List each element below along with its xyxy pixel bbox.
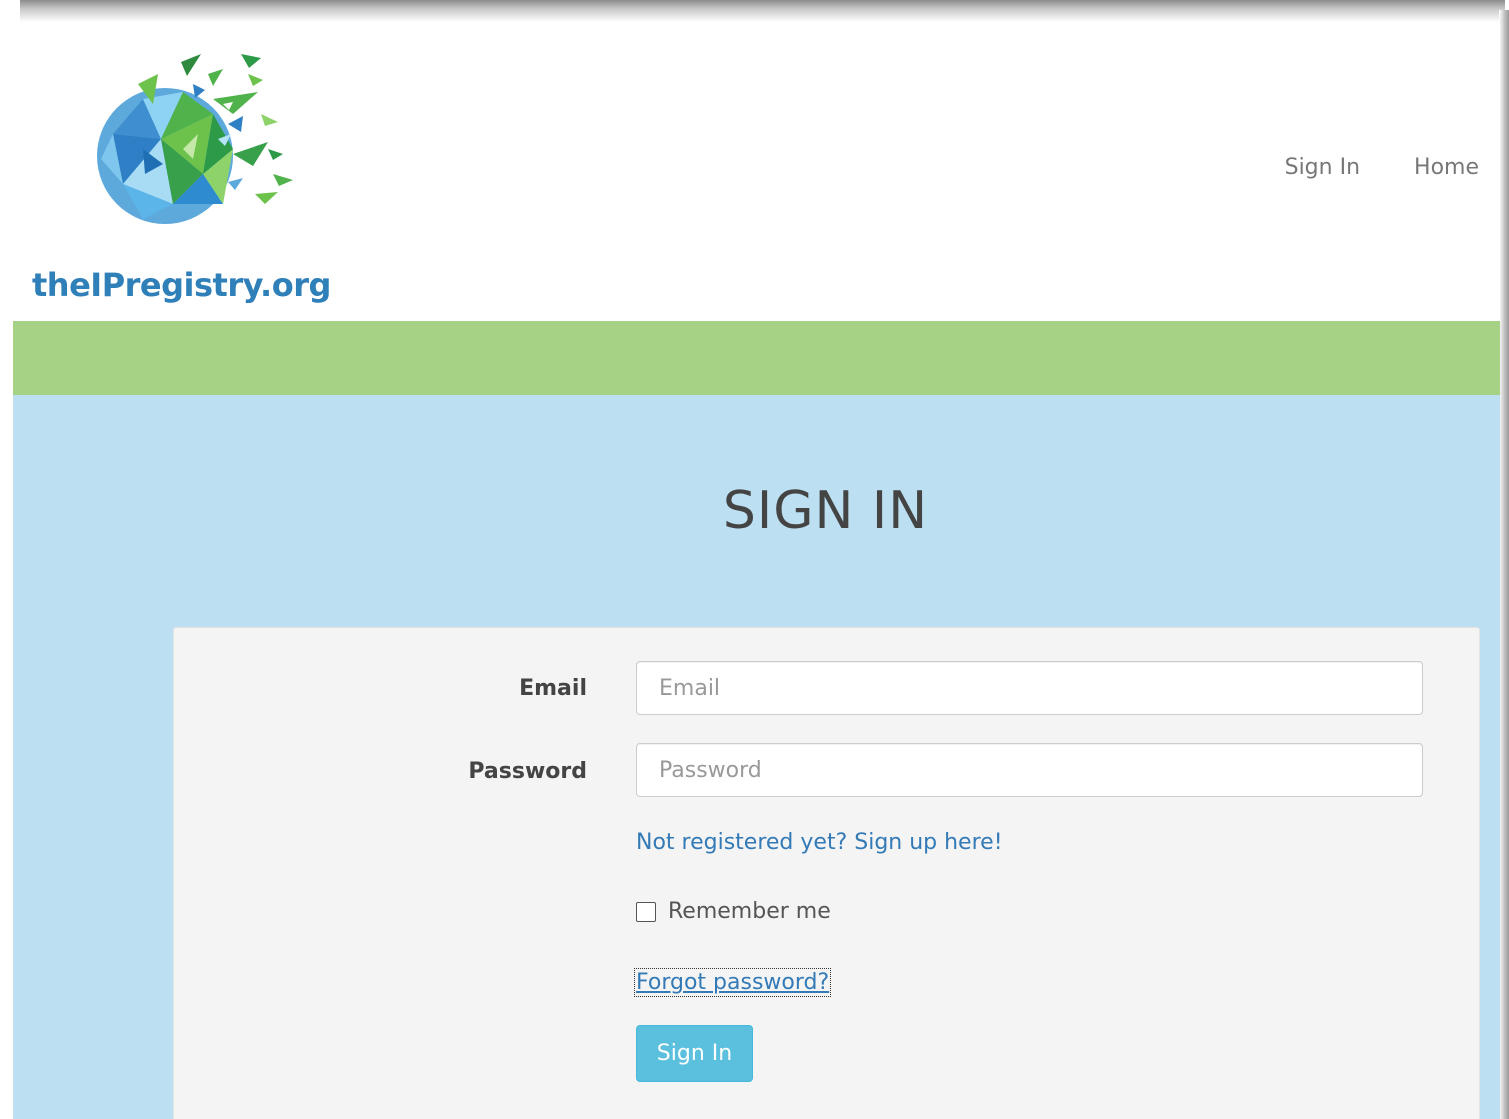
site-header: theIPregistry.org Sign In Home: [13, 22, 1500, 321]
window-shadow-right: [1499, 10, 1509, 1119]
nav-item-home[interactable]: Home: [1414, 155, 1479, 180]
sign-in-button[interactable]: Sign In: [636, 1025, 753, 1082]
page: theIPregistry.org Sign In Home SIGN IN E…: [13, 22, 1500, 1119]
sign-in-section: SIGN IN Email Password Not registered ye…: [13, 395, 1500, 1119]
password-label: Password: [468, 759, 587, 784]
sign-in-form: Email Password Not registered yet? Sign …: [173, 627, 1480, 1119]
remember-me-label[interactable]: Remember me: [668, 899, 831, 924]
forgot-password-link[interactable]: Forgot password?: [633, 968, 832, 997]
sign-up-link[interactable]: Not registered yet? Sign up here!: [636, 830, 1003, 855]
email-field[interactable]: [636, 661, 1423, 715]
email-label: Email: [519, 676, 587, 701]
site-logo-text: theIPregistry.org: [32, 266, 331, 304]
screenshot-frame: theIPregistry.org Sign In Home SIGN IN E…: [0, 0, 1509, 1119]
main-nav: Sign In Home: [1285, 155, 1479, 180]
password-field[interactable]: [636, 743, 1423, 797]
fragmented-globe-logo-icon: [97, 54, 293, 224]
green-banner: [13, 321, 1500, 395]
window-shadow-top: [20, 0, 1505, 22]
page-title: SIGN IN: [722, 481, 929, 541]
remember-me-row: Remember me: [636, 899, 831, 924]
site-logo[interactable]: theIPregistry.org: [27, 54, 357, 304]
nav-item-sign-in[interactable]: Sign In: [1285, 155, 1360, 180]
remember-me-checkbox[interactable]: [636, 901, 656, 922]
